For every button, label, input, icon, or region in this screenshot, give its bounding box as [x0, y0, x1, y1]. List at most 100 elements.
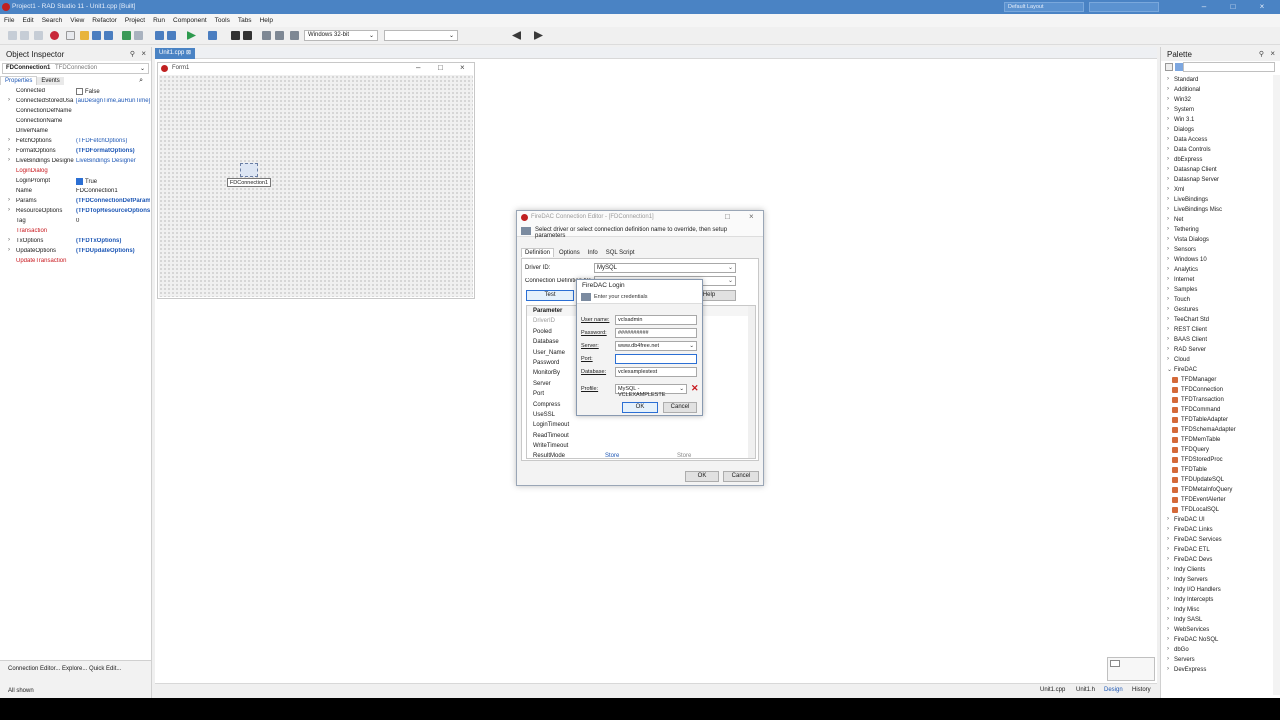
inspector-action-links[interactable]: Connection Editor... Explore... Quick Ed… [8, 666, 121, 672]
title-search-input[interactable] [1089, 2, 1159, 12]
palette-category[interactable]: › Data Controls [1161, 145, 1280, 155]
menu-item-help[interactable]: Help [256, 14, 277, 24]
property-row[interactable]: Transaction [0, 226, 151, 236]
folder-icon[interactable] [80, 31, 89, 40]
palette-category[interactable]: › FireDAC ETL [1161, 545, 1280, 555]
delete-profile-icon[interactable]: ✕ [691, 383, 699, 394]
property-row[interactable]: › FetchOptions (TFDFetchOptions) [0, 136, 151, 146]
palette-category[interactable]: › Tethering [1161, 225, 1280, 235]
property-row[interactable]: Tag 0 [0, 216, 151, 226]
palette-category[interactable]: › Sensors [1161, 245, 1280, 255]
step-out-icon[interactable] [290, 31, 299, 40]
menu-item-component[interactable]: Component [169, 14, 211, 24]
palette-category[interactable]: › REST Client [1161, 325, 1280, 335]
file-icon[interactable] [66, 31, 75, 40]
property-row[interactable]: › FormatOptions (TFDFormatOptions) [0, 146, 151, 156]
tab-unit1-h[interactable]: Unit1.h [1076, 687, 1095, 693]
menu-item-file[interactable]: File [0, 14, 18, 24]
rad-icon[interactable] [50, 31, 59, 40]
unit-icon[interactable] [167, 31, 176, 40]
config-select[interactable]: ⌄ [384, 30, 458, 41]
save-all-icon[interactable] [92, 31, 101, 40]
fdconnection-component[interactable]: FDConnection1 [227, 163, 271, 189]
palette-category[interactable]: › Win32 [1161, 95, 1280, 105]
table-row[interactable]: LoginTimeout [527, 420, 755, 430]
palette-component[interactable]: TFDQuery [1161, 445, 1280, 455]
table-row[interactable]: WriteTimeout [527, 441, 755, 451]
menu-item-search[interactable]: Search [38, 14, 67, 24]
back-icon[interactable] [512, 31, 521, 40]
property-value[interactable]: True [76, 178, 150, 185]
chevron-right-icon[interactable]: › [8, 207, 10, 213]
search-icon[interactable]: ⌕ [135, 76, 147, 86]
palette-category[interactable]: › Dialogs [1161, 125, 1280, 135]
palette-category[interactable]: › Gestures [1161, 305, 1280, 315]
menu-item-refactor[interactable]: Refactor [88, 14, 121, 24]
chevron-right-icon[interactable]: › [8, 137, 10, 143]
property-row[interactable]: › Params (TFDConnectionDefParams) [0, 196, 151, 206]
palette-category[interactable]: › dbExpress [1161, 155, 1280, 165]
property-value[interactable]: (TFDUpdateOptions) [76, 248, 150, 254]
palette-category[interactable]: › RAD Server [1161, 345, 1280, 355]
table-row[interactable]: ResultMode Store Store [527, 451, 755, 458]
run-icon[interactable] [187, 31, 196, 40]
palette-category[interactable]: › FireDAC Links [1161, 525, 1280, 535]
stop-icon[interactable] [243, 31, 252, 40]
property-value[interactable]: (TFDFetchOptions) [76, 138, 150, 144]
property-value[interactable]: (TFDFormatOptions) [76, 148, 150, 154]
menu-item-project[interactable]: Project [121, 14, 149, 24]
palette-category[interactable]: › Indy SASL [1161, 615, 1280, 625]
palette-category[interactable]: › Standard [1161, 75, 1280, 85]
property-value[interactable]: (TFDTxOptions) [76, 238, 150, 244]
palette-category[interactable]: › Touch [1161, 295, 1280, 305]
user-name-input[interactable]: vclsadmin [615, 315, 697, 325]
password-input[interactable]: ########## [615, 328, 697, 338]
form-design-grid[interactable]: FDConnection1 [159, 75, 473, 297]
property-row[interactable]: DriverName [0, 126, 151, 136]
property-row[interactable]: › TxOptions (TFDTxOptions) [0, 236, 151, 246]
palette-search-input[interactable] [1183, 62, 1275, 72]
form-designer-window[interactable]: Form1 – □ × FDConnection1 [157, 62, 475, 299]
palette-component[interactable]: TFDTable [1161, 465, 1280, 475]
property-row[interactable]: Name FDConnection1 [0, 186, 151, 196]
palette-category[interactable]: › dbGo [1161, 645, 1280, 655]
ok-button[interactable]: OK [685, 471, 719, 482]
database-input[interactable]: vclexamplestest [615, 367, 697, 377]
palette-category[interactable]: › DevExpress [1161, 665, 1280, 675]
layout-select[interactable]: Default Layout [1004, 2, 1084, 12]
form-minimap[interactable] [1107, 657, 1155, 681]
property-value[interactable]: (TFDConnectionDefParams) [76, 198, 150, 204]
palette-category[interactable]: › Data Access [1161, 135, 1280, 145]
property-row[interactable]: LoginPrompt True [0, 176, 151, 186]
palette-category[interactable]: › FireDAC Devs [1161, 555, 1280, 565]
chevron-right-icon[interactable]: › [8, 237, 10, 243]
pause-icon[interactable] [231, 31, 240, 40]
property-row[interactable]: ConnectionName [0, 116, 151, 126]
menu-item-tools[interactable]: Tools [211, 14, 234, 24]
forward-icon[interactable] [534, 31, 543, 40]
palette-filter-icon[interactable] [1175, 63, 1183, 71]
chevron-right-icon[interactable]: › [8, 157, 10, 163]
project-icon[interactable] [134, 31, 143, 40]
pin-icon[interactable]: ⚲ [1259, 50, 1264, 58]
close-tab-icon[interactable]: ⊠ [186, 50, 191, 56]
tab-definition[interactable]: Definition [521, 248, 555, 257]
tab-sql-script[interactable]: SQL Script [603, 249, 638, 257]
palette-category[interactable]: › Servers [1161, 655, 1280, 665]
form-icon[interactable] [155, 31, 164, 40]
palette-category[interactable]: › System [1161, 105, 1280, 115]
palette-category[interactable]: › TeeChart Std [1161, 315, 1280, 325]
palette-component[interactable]: TFDLocalSQL [1161, 505, 1280, 515]
menu-item-tabs[interactable]: Tabs [234, 14, 256, 24]
property-value[interactable]: LiveBindings Designer [76, 158, 150, 164]
palette-component[interactable]: TFDMemTable [1161, 435, 1280, 445]
new-icon[interactable] [8, 31, 17, 40]
maximize-icon[interactable]: □ [1227, 2, 1239, 12]
tab-options[interactable]: Options [556, 249, 583, 257]
close-icon[interactable]: × [749, 212, 754, 221]
close-icon[interactable]: × [1256, 2, 1268, 12]
palette-category[interactable]: › FireDAC UI [1161, 515, 1280, 525]
property-row[interactable]: LoginDialog [0, 166, 151, 176]
menu-item-view[interactable]: View [66, 14, 88, 24]
debug-icon[interactable] [208, 31, 217, 40]
